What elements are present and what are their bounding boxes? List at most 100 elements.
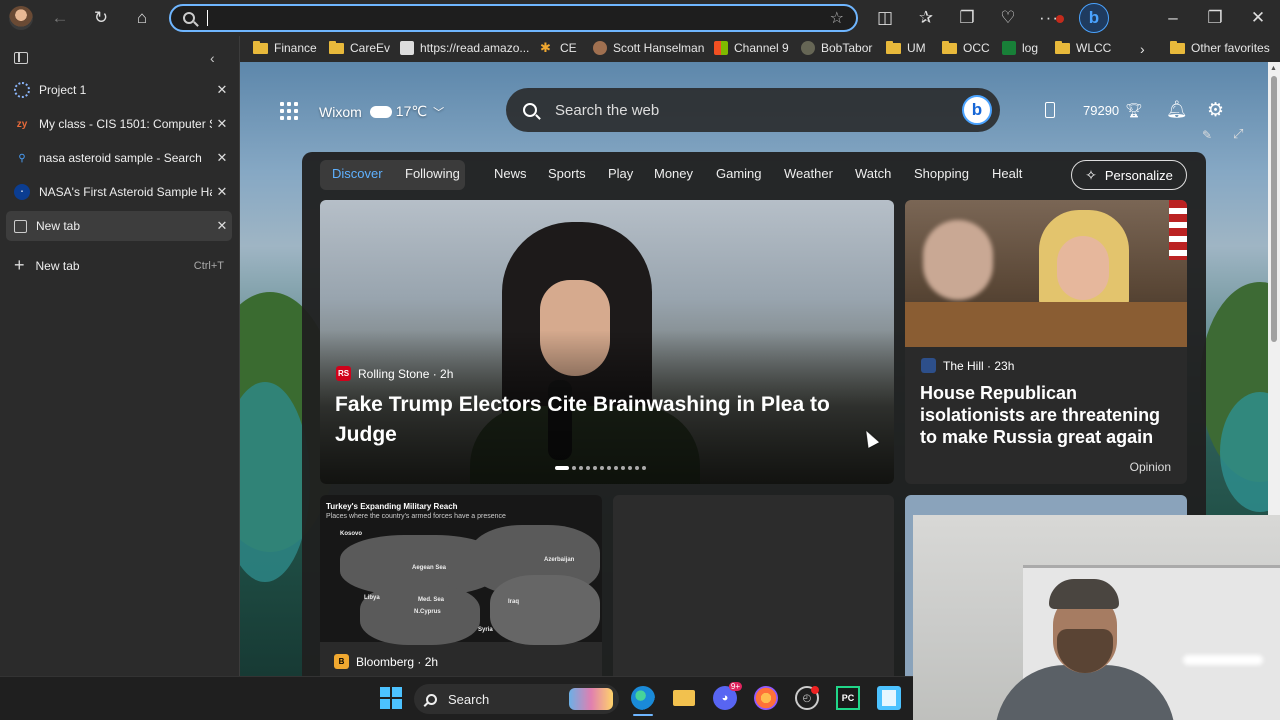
collections-icon[interactable]: ❐ [954, 5, 980, 31]
tab-new-tab[interactable]: New tab ✕ [6, 211, 232, 241]
more-menu-icon[interactable]: ··· [1036, 5, 1064, 31]
maximize-icon[interactable]: ❐ [1202, 5, 1228, 31]
favorite-amazon-read[interactable]: https://read.amazo... [400, 41, 529, 55]
minimize-icon[interactable]: – [1160, 5, 1186, 31]
notifications-bell-icon[interactable]: 🔔︎ [1166, 100, 1188, 120]
discord-icon[interactable]: ◕ 9+ [713, 682, 742, 710]
article-card-bloomberg[interactable]: Turkey's Expanding Military Reach Places… [320, 495, 602, 676]
nav-watch[interactable]: Watch [855, 166, 891, 181]
rewards-points[interactable]: 79290 🏆︎ [1083, 102, 1143, 119]
nav-weather[interactable]: Weather [784, 166, 833, 181]
settings-gear-icon[interactable]: ⚙ [1207, 99, 1224, 122]
tab-nasa-article[interactable]: • NASA's First Asteroid Sample Ha ✕ [6, 177, 232, 207]
favorite-log[interactable]: log [1002, 41, 1038, 55]
screen: ← ↻ ⌂ ☆ ◫ ✰ ❐ ♡ ··· b – ❐ ✕ Finance Care… [0, 0, 1280, 720]
favorite-channel9[interactable]: Channel 9 [714, 41, 789, 55]
edge-icon[interactable] [631, 686, 655, 716]
favorites-overflow-chevron-icon[interactable]: › [1140, 41, 1145, 57]
app-icon[interactable]: ◴ [795, 686, 819, 710]
close-window-icon[interactable]: ✕ [1245, 5, 1271, 31]
close-tab-icon[interactable]: ✕ [212, 116, 232, 132]
nav-gaming[interactable]: Gaming [716, 166, 762, 181]
home-icon[interactable]: ⌂ [129, 5, 155, 31]
favorite-um[interactable]: UM [886, 40, 926, 55]
kindle-icon [400, 41, 414, 55]
folder-icon [329, 40, 344, 54]
close-tab-icon[interactable]: ✕ [212, 150, 232, 166]
close-tab-icon[interactable]: ✕ [212, 218, 232, 234]
folder-icon [942, 40, 957, 54]
favorite-bobtabor[interactable]: BobTabor [801, 41, 872, 55]
map-image: Turkey's Expanding Military Reach Places… [320, 495, 602, 645]
collapse-pane-chevron-icon[interactable]: ‹ [210, 50, 215, 66]
favorite-careev[interactable]: CareEv [329, 40, 390, 55]
bing-chat-icon[interactable]: b [962, 95, 992, 125]
new-tab-button[interactable]: + New tab Ctrl+T [14, 255, 224, 276]
opinion-tag: Opinion [1129, 460, 1171, 474]
browser-toolbar: ← ↻ ⌂ ☆ ◫ ✰ ❐ ♡ ··· b – ❐ ✕ [0, 0, 1280, 36]
back-arrow-icon[interactable]: ← [47, 5, 73, 31]
article-headline[interactable]: House Republican isolationists are threa… [920, 382, 1178, 448]
nav-following[interactable]: Following [405, 166, 460, 181]
nav-health[interactable]: Healt [992, 166, 1028, 181]
sparkle-icon: ✧ [1085, 166, 1097, 183]
copilot-bing-icon[interactable]: b [1079, 3, 1109, 33]
weather-widget[interactable]: Wixom 17℃ ﹀ [319, 103, 444, 120]
favorite-finance[interactable]: Finance [253, 40, 317, 55]
tab-cis-1501[interactable]: zy My class - CIS 1501: Computer Sc ✕ [6, 109, 232, 139]
file-explorer-icon[interactable] [672, 686, 696, 710]
windows-icon [714, 41, 728, 55]
scrollbar-thumb[interactable] [1271, 76, 1277, 342]
nav-money[interactable]: Money [654, 166, 693, 181]
article-card-loading[interactable] [613, 495, 894, 676]
close-tab-icon[interactable]: ✕ [212, 184, 232, 200]
trophy-icon: 🏆︎ [1125, 102, 1143, 118]
tab-nasa-search[interactable]: ⚲ nasa asteroid sample - Search ✕ [6, 143, 232, 173]
windows-start-icon[interactable] [379, 686, 403, 710]
profile-avatar[interactable] [9, 6, 33, 30]
carousel-dots[interactable] [555, 466, 646, 470]
article-photo [905, 200, 1187, 347]
refresh-icon[interactable]: ↻ [88, 5, 114, 31]
rolling-stone-logo: RS [336, 366, 351, 381]
taskbar-search[interactable]: Search [414, 684, 619, 714]
split-screen-icon[interactable]: ◫ [872, 5, 898, 31]
cloud-icon [369, 105, 392, 118]
pycharm-icon[interactable]: PC [836, 686, 860, 710]
browser-essentials-icon[interactable]: ♡ [995, 5, 1021, 31]
personalize-button[interactable]: ✧ Personalize [1071, 160, 1187, 190]
favorite-scott-hanselman[interactable]: Scott Hanselman [593, 41, 704, 55]
hero-article-card[interactable]: RS Rolling Stone · 2h Fake Trump Elector… [320, 200, 894, 484]
favorites-icon[interactable]: ✰ [913, 5, 939, 31]
nav-discover[interactable]: Discover [332, 166, 383, 181]
tab-project-1[interactable]: Project 1 ✕ [6, 75, 232, 105]
hero-headline[interactable]: Fake Trump Electors Cite Brainwashing in… [335, 390, 855, 450]
notepad-icon[interactable] [877, 686, 901, 710]
nav-news[interactable]: News [494, 166, 527, 181]
address-input[interactable] [207, 10, 830, 26]
favorite-ce[interactable]: ✱ CE [540, 41, 577, 56]
favorite-other-favorites[interactable]: Other favorites [1170, 40, 1270, 55]
nav-sports[interactable]: Sports [548, 166, 586, 181]
address-bar[interactable]: ☆ [169, 4, 858, 32]
tab-actions-icon[interactable] [14, 52, 28, 64]
apps-launcher-icon[interactable] [280, 102, 298, 120]
nasa-icon: • [14, 184, 30, 200]
nav-shopping[interactable]: Shopping [914, 166, 969, 181]
favorite-occ[interactable]: OCC [942, 40, 990, 55]
expand-icon[interactable]: ⤢ [1233, 126, 1243, 142]
zybooks-icon: zy [16, 118, 28, 130]
folder-icon [1055, 40, 1070, 54]
search-icon [426, 693, 437, 705]
scroll-up-arrow-icon[interactable]: ▲ [1270, 65, 1277, 72]
close-tab-icon[interactable]: ✕ [212, 82, 232, 98]
favorite-star-icon[interactable]: ☆ [830, 8, 844, 28]
web-search-box[interactable]: Search the web b [506, 88, 1000, 132]
mobile-phone-icon[interactable] [1045, 102, 1055, 118]
nav-play[interactable]: Play [608, 166, 633, 181]
hero-source: RS Rolling Stone · 2h [336, 366, 454, 381]
firefox-icon[interactable] [754, 686, 778, 710]
edit-background-icon[interactable]: ✎ [1202, 128, 1212, 142]
article-card-thehill[interactable]: The Hill · 23h House Republican isolatio… [905, 200, 1187, 484]
favorite-wlcc[interactable]: WLCC [1055, 40, 1111, 55]
